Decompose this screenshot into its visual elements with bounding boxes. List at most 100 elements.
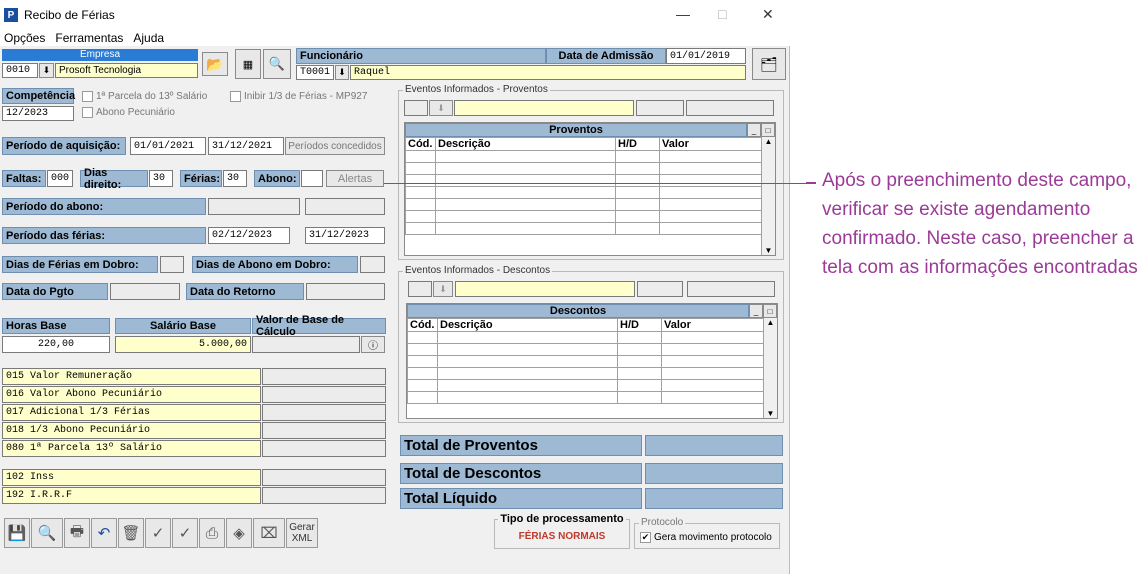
evento-row[interactable]: 080 1ª Parcela 13º Salário	[2, 440, 386, 457]
evento-valor[interactable]	[262, 368, 386, 385]
empresa-name-field[interactable]: Prosoft Tecnologia	[55, 63, 198, 78]
grid-header-2[interactable]: H/D	[615, 137, 660, 151]
proventos-valor-input[interactable]	[686, 100, 774, 116]
proventos-scrollbar[interactable]: ▲ ▼	[761, 137, 775, 255]
aquisicao-inicio-field[interactable]: 01/01/2021	[130, 137, 206, 155]
grid-header-2[interactable]: H/D	[617, 318, 662, 332]
evento-row[interactable]: 192 I.R.R.F	[2, 487, 386, 504]
descontos-desc-input[interactable]	[455, 281, 635, 297]
evento-row[interactable]: 017 Adicional 1/3 Férias	[2, 404, 386, 421]
approve-icon[interactable]: ✓	[172, 518, 198, 548]
descontos-lookup-icon[interactable]: ⬇	[433, 281, 453, 297]
confirm-icon[interactable]: ✓	[145, 518, 171, 548]
open-folder-icon[interactable]: 📂	[202, 52, 228, 76]
proventos-lookup-icon[interactable]: ⬇	[429, 100, 453, 116]
evento-valor[interactable]	[262, 469, 386, 486]
proventos-hd-input[interactable]	[636, 100, 684, 116]
search-document-icon[interactable]: 🔍	[263, 49, 291, 79]
table-row[interactable]	[405, 186, 763, 199]
abono-field[interactable]	[301, 170, 323, 187]
evento-desc[interactable]: 080 1ª Parcela 13º Salário	[2, 440, 262, 457]
competencia-field[interactable]: 12/2023	[2, 106, 74, 121]
minimize-button[interactable]: —	[676, 6, 690, 22]
evento-valor[interactable]	[262, 386, 386, 403]
faltas-field[interactable]: 000	[47, 170, 73, 187]
periodo-abono-fim-field[interactable]	[305, 198, 385, 215]
print-icon[interactable]: 🖶	[64, 518, 90, 548]
evento-desc[interactable]: 018 1/3 Abono Pecuniário	[2, 422, 262, 439]
evento-desc[interactable]: 017 Adicional 1/3 Férias	[2, 404, 262, 421]
table-row[interactable]	[405, 222, 763, 235]
descontos-restore-icon[interactable]: □	[763, 304, 777, 318]
abono-dobro-field[interactable]	[360, 256, 385, 273]
descontos-hd-input[interactable]	[637, 281, 683, 297]
table-row[interactable]	[407, 331, 765, 344]
menu-ferramentas[interactable]: Ferramentas	[55, 31, 123, 45]
clear-search-icon[interactable]: ⌧	[253, 518, 285, 548]
diamond-icon[interactable]: ◈	[226, 518, 252, 548]
evento-desc[interactable]: 192 I.R.R.F	[2, 487, 262, 504]
descontos-code-input[interactable]	[408, 281, 432, 297]
descontos-valor-input[interactable]	[687, 281, 775, 297]
evento-valor[interactable]	[262, 404, 386, 421]
data-retorno-field[interactable]	[306, 283, 385, 300]
dias-direito-field[interactable]: 30	[149, 170, 173, 187]
proventos-restore-icon[interactable]: □	[761, 123, 775, 137]
funcionario-lookup-icon[interactable]: ⬇	[335, 65, 349, 80]
undo-icon[interactable]: ↶	[91, 518, 117, 548]
periodo-abono-inicio-field[interactable]	[208, 198, 300, 215]
parcela13-checkbox[interactable]: 1ª Parcela do 13º Salário	[82, 91, 207, 102]
employee-card-icon[interactable]: 🗂	[752, 48, 786, 80]
evento-valor[interactable]	[262, 422, 386, 439]
calculator-icon[interactable]: ▦	[235, 49, 261, 79]
evento-row[interactable]: 102 Inss	[2, 469, 386, 486]
evento-valor[interactable]	[262, 440, 386, 457]
funcionario-code-field[interactable]: T0001	[296, 65, 334, 80]
inibir-checkbox[interactable]: Inibir 1/3 de Férias - MP927	[230, 91, 367, 102]
base-calculo-field[interactable]	[252, 336, 360, 353]
table-row[interactable]	[407, 343, 765, 356]
table-row[interactable]	[405, 210, 763, 223]
evento-row[interactable]: 015 Valor Remuneração	[2, 368, 386, 385]
table-row[interactable]	[407, 355, 765, 368]
periodo-ferias-fim-field[interactable]: 31/12/2023	[305, 227, 385, 244]
grid-header-0[interactable]: Cód.	[407, 318, 438, 332]
gera-protocolo-checkbox[interactable]: ✔ Gera movimento protocolo	[640, 532, 772, 543]
menu-ajuda[interactable]: Ajuda	[133, 31, 164, 45]
table-row[interactable]	[407, 367, 765, 380]
export-icon[interactable]: ⎙	[199, 518, 225, 548]
funcionario-name-field[interactable]: Raquel	[350, 65, 746, 80]
ferias-field[interactable]: 30	[223, 170, 247, 187]
table-row[interactable]	[405, 174, 763, 187]
table-row[interactable]	[405, 162, 763, 175]
grid-header-0[interactable]: Cód.	[405, 137, 436, 151]
table-row[interactable]	[405, 150, 763, 163]
descontos-scrollbar[interactable]: ▲ ▼	[763, 318, 777, 418]
proventos-minimize-icon[interactable]: _	[747, 123, 761, 137]
table-row[interactable]	[407, 391, 765, 404]
grid-header-1[interactable]: Descrição	[435, 137, 616, 151]
menu-opcoes[interactable]: Opções	[4, 31, 45, 45]
grid-header-1[interactable]: Descrição	[437, 318, 618, 332]
aquisicao-fim-field[interactable]: 31/12/2021	[208, 137, 284, 155]
salario-base-field[interactable]: 5.000,00	[115, 336, 251, 353]
table-row[interactable]	[407, 379, 765, 392]
evento-row[interactable]: 016 Valor Abono Pecuniário	[2, 386, 386, 403]
periodo-ferias-inicio-field[interactable]: 02/12/2023	[208, 227, 290, 244]
data-pgto-field[interactable]	[110, 283, 180, 300]
evento-desc[interactable]: 016 Valor Abono Pecuniário	[2, 386, 262, 403]
table-row[interactable]	[405, 198, 763, 211]
maximize-button[interactable]: □	[718, 6, 726, 22]
descontos-minimize-icon[interactable]: _	[749, 304, 763, 318]
close-button[interactable]: ✕	[762, 6, 774, 23]
evento-desc[interactable]: 102 Inss	[2, 469, 262, 486]
alertas-button[interactable]: Alertas	[326, 170, 384, 187]
base-calculo-info-icon[interactable]: ⓘ	[361, 336, 385, 353]
proventos-code-input[interactable]	[404, 100, 428, 116]
horas-base-field[interactable]: 220,00	[2, 336, 110, 353]
evento-desc[interactable]: 015 Valor Remuneração	[2, 368, 262, 385]
ferias-dobro-field[interactable]	[160, 256, 184, 273]
abono-pecuniario-checkbox[interactable]: Abono Pecuniário	[82, 107, 175, 118]
grid-header-3[interactable]: Valor	[659, 137, 763, 151]
periodos-concedidos-button[interactable]: Períodos concedidos	[285, 137, 385, 155]
